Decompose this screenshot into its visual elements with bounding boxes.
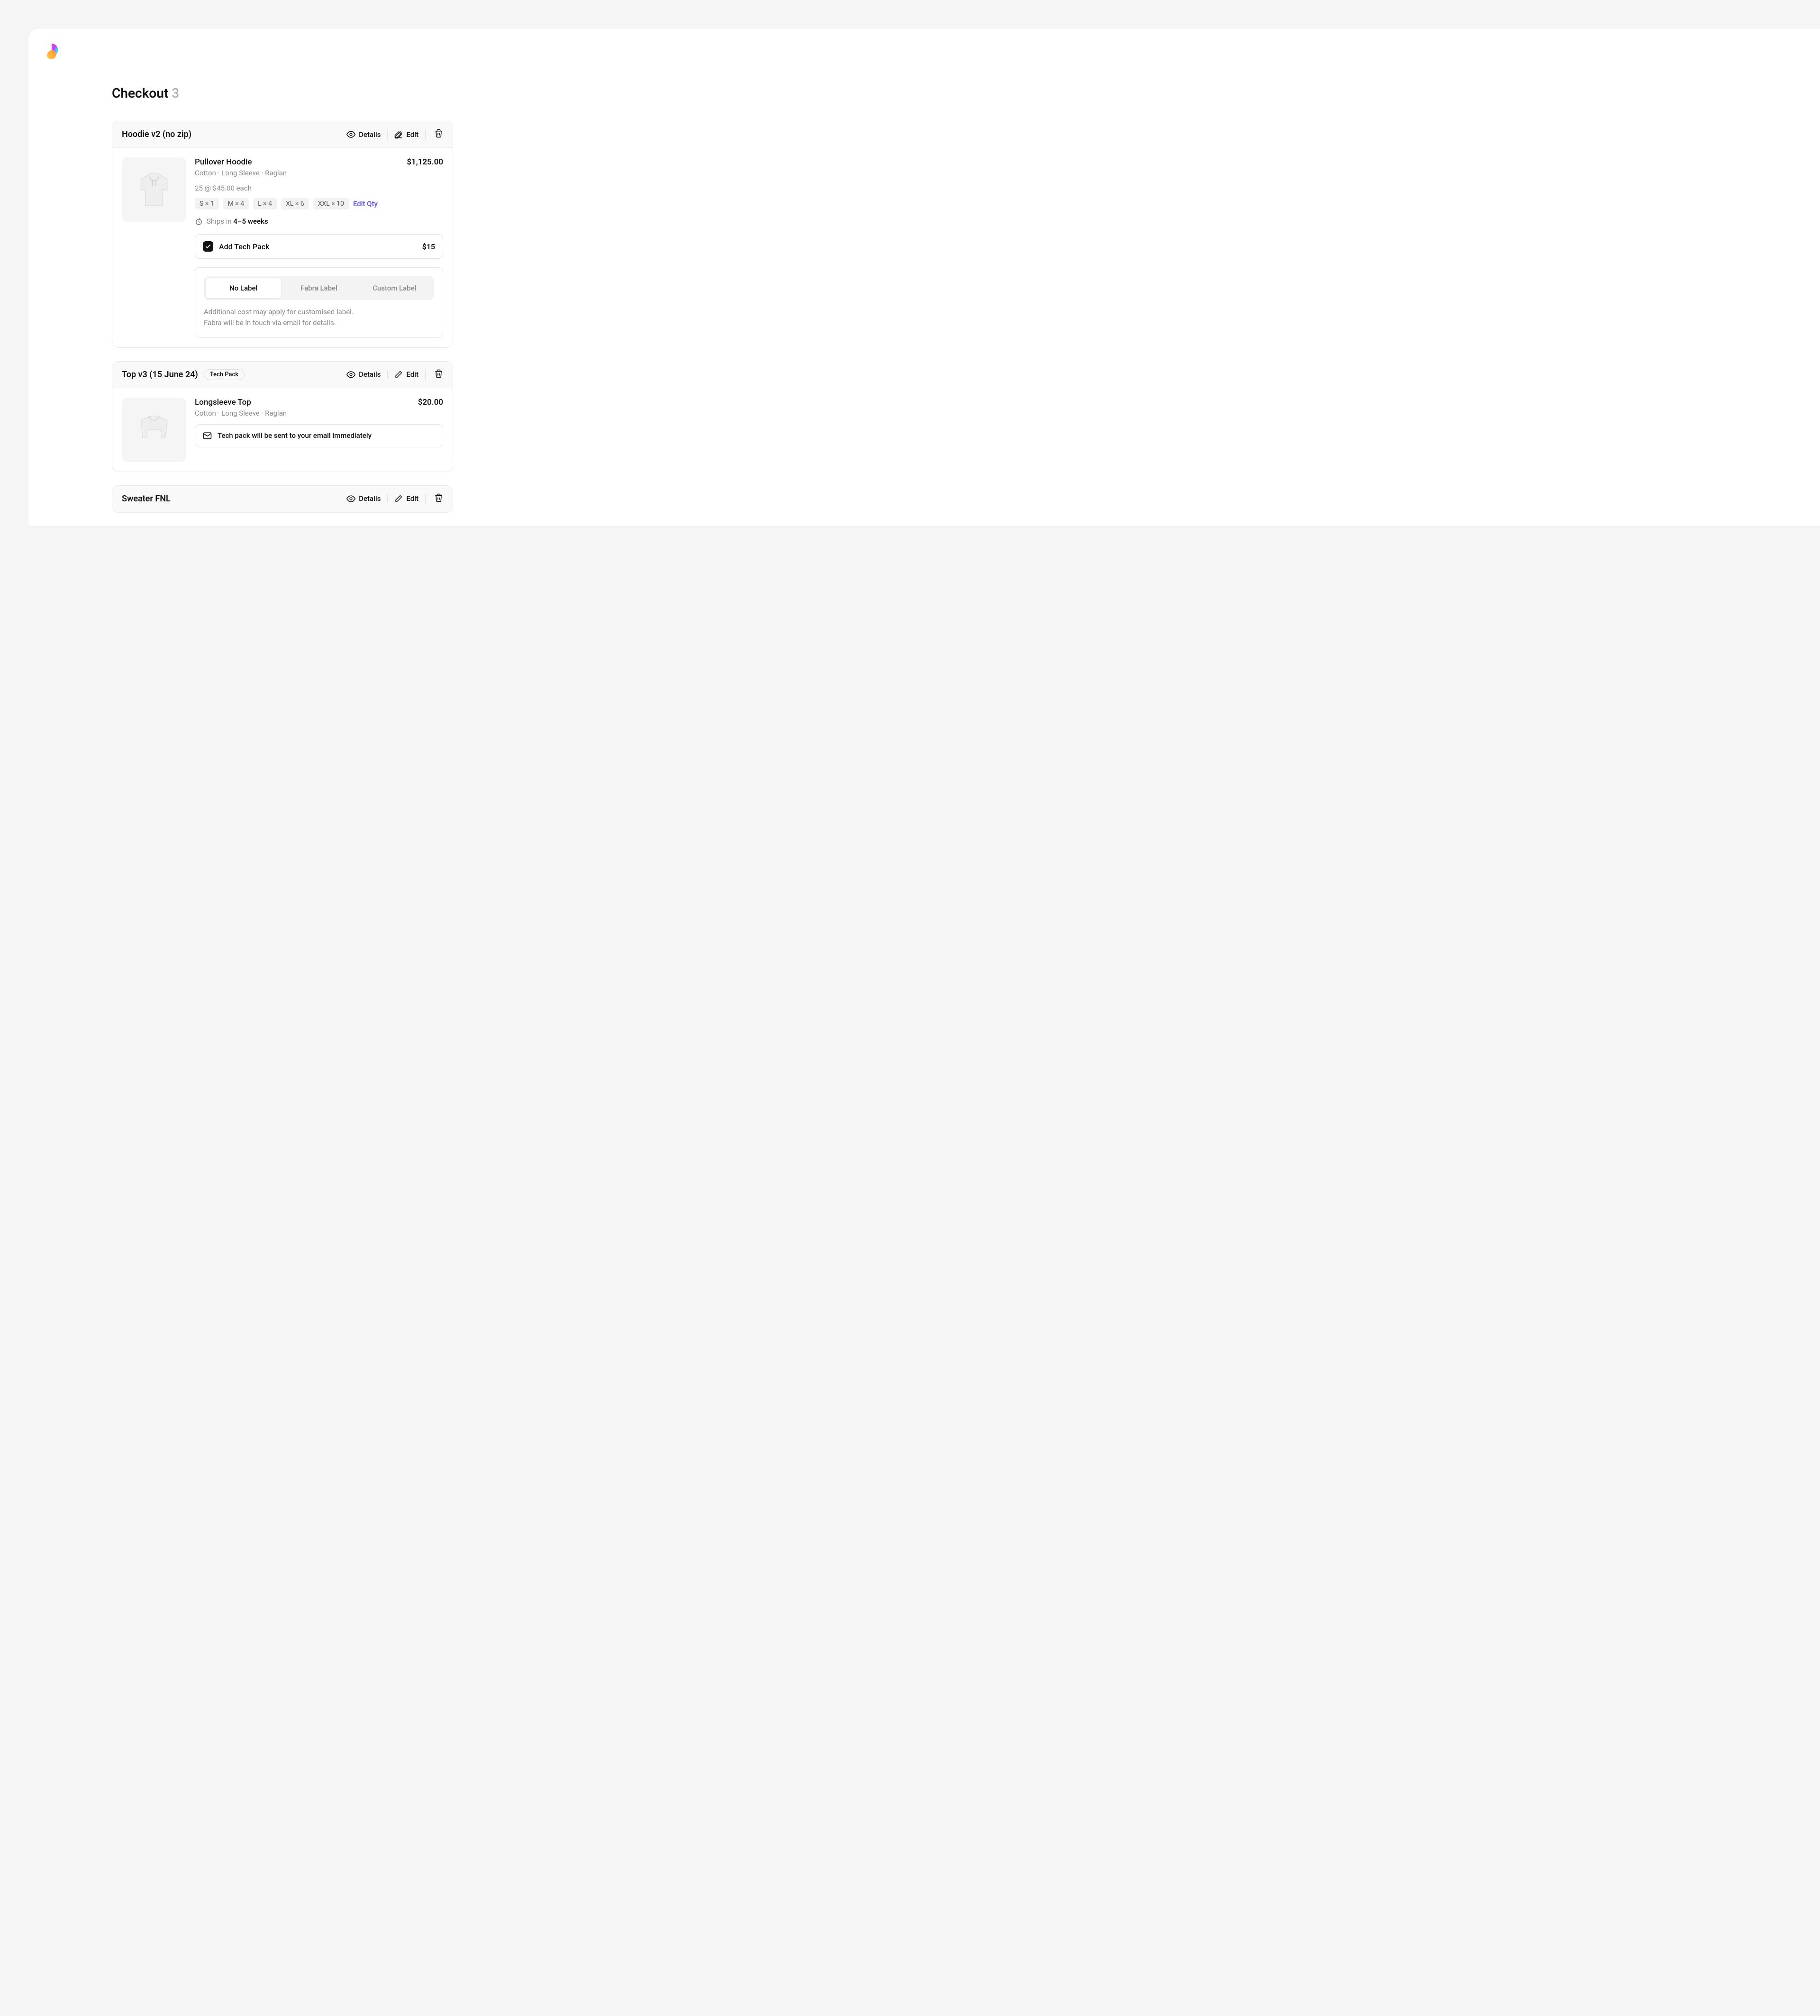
item-title: Hoodie v2 (no zip) xyxy=(122,129,191,139)
tech-pack-info-row: Tech pack will be sent to your email imm… xyxy=(195,424,443,447)
check-icon xyxy=(205,243,211,250)
tech-pack-pill: Tech Pack xyxy=(204,369,245,380)
card-header: Hoodie v2 (no zip) Details Edit xyxy=(112,121,453,148)
label-options-box: No Label Fabra Label Custom Label Additi… xyxy=(195,267,443,338)
product-price: $1,125.00 xyxy=(407,157,443,167)
segment-fabra-label[interactable]: Fabra Label xyxy=(281,278,356,298)
product-thumbnail xyxy=(122,398,186,462)
label-note-line1: Additional cost may apply for customised… xyxy=(204,307,434,318)
quantity-line: 25 @ $45.00 each xyxy=(195,184,443,192)
product-meta: Cotton · Long Sleeve · Raglan xyxy=(195,409,443,418)
trash-icon xyxy=(434,493,443,502)
edit-label: Edit xyxy=(406,130,419,139)
item-title: Sweater FNL xyxy=(122,494,171,504)
trash-icon xyxy=(434,129,443,138)
eye-icon xyxy=(346,494,355,503)
ships-duration: 4–5 weeks xyxy=(233,217,268,226)
clock-icon xyxy=(195,218,203,226)
product-name: Pullover Hoodie xyxy=(195,157,252,167)
pencil-icon xyxy=(394,494,403,503)
size-chip: L × 4 xyxy=(253,198,277,209)
title-count: 3 xyxy=(172,85,179,101)
eye-icon xyxy=(346,130,355,139)
edit-qty-link[interactable]: Edit Qty xyxy=(353,200,378,208)
checkout-item-card: Top v3 (15 June 24) Tech Pack Details Ed… xyxy=(112,361,453,472)
item-title: Top v3 (15 June 24) xyxy=(122,370,198,380)
top-icon xyxy=(132,408,176,452)
mail-icon xyxy=(203,431,212,440)
details-label: Details xyxy=(359,494,381,503)
tech-pack-addon[interactable]: Add Tech Pack $15 xyxy=(195,234,443,259)
eye-icon xyxy=(346,370,355,379)
pencil-icon xyxy=(394,370,403,379)
checkout-item-card: Sweater FNL Details Edit xyxy=(112,485,453,513)
size-chip: XL × 6 xyxy=(281,198,309,209)
delete-button[interactable] xyxy=(425,369,443,380)
details-button[interactable]: Details xyxy=(340,130,387,139)
size-breakdown: S × 1 M × 4 L × 4 XL × 6 XXL × 10 Edit Q… xyxy=(195,198,443,209)
details-button[interactable]: Details xyxy=(340,370,387,379)
ships-prefix: Ships in xyxy=(207,217,233,226)
details-button[interactable]: Details xyxy=(340,494,387,503)
edit-button[interactable]: Edit xyxy=(387,370,425,379)
product-thumbnail xyxy=(122,157,186,222)
delete-button[interactable] xyxy=(425,129,443,140)
pencil-icon xyxy=(394,130,403,139)
product-price: $20.00 xyxy=(418,398,443,407)
label-note: Additional cost may apply for customised… xyxy=(204,307,434,329)
hoodie-icon xyxy=(132,168,176,211)
addon-price: $15 xyxy=(422,242,435,251)
details-label: Details xyxy=(359,370,381,379)
card-header: Top v3 (15 June 24) Tech Pack Details Ed… xyxy=(112,362,453,388)
title-text: Checkout xyxy=(112,85,168,101)
delete-button[interactable] xyxy=(425,493,443,504)
size-chip: XXL × 10 xyxy=(313,198,349,209)
segment-no-label[interactable]: No Label xyxy=(206,278,281,298)
product-meta: Cotton · Long Sleeve · Raglan xyxy=(195,169,443,177)
card-header: Sweater FNL Details Edit xyxy=(112,486,453,512)
edit-label: Edit xyxy=(406,370,419,379)
segment-custom-label[interactable]: Custom Label xyxy=(357,278,432,298)
label-note-line2: Fabra will be in touch via email for det… xyxy=(204,318,434,328)
brand-logo xyxy=(42,42,62,62)
checkout-item-card: Hoodie v2 (no zip) Details Edit xyxy=(112,121,453,348)
page-title: Checkout 3 xyxy=(112,85,453,101)
trash-icon xyxy=(434,369,443,378)
product-name: Longsleeve Top xyxy=(195,398,251,407)
label-segmented-control: No Label Fabra Label Custom Label xyxy=(204,276,434,300)
edit-button[interactable]: Edit xyxy=(387,494,425,503)
shipping-row: Ships in 4–5 weeks xyxy=(195,217,443,226)
edit-button[interactable]: Edit xyxy=(387,130,425,139)
details-label: Details xyxy=(359,130,381,139)
size-chip: M × 4 xyxy=(223,198,249,209)
edit-label: Edit xyxy=(406,494,419,503)
checkbox-checked[interactable] xyxy=(203,241,213,252)
size-chip: S × 1 xyxy=(195,198,219,209)
info-text: Tech pack will be sent to your email imm… xyxy=(218,431,372,440)
addon-label: Add Tech Pack xyxy=(219,242,417,251)
